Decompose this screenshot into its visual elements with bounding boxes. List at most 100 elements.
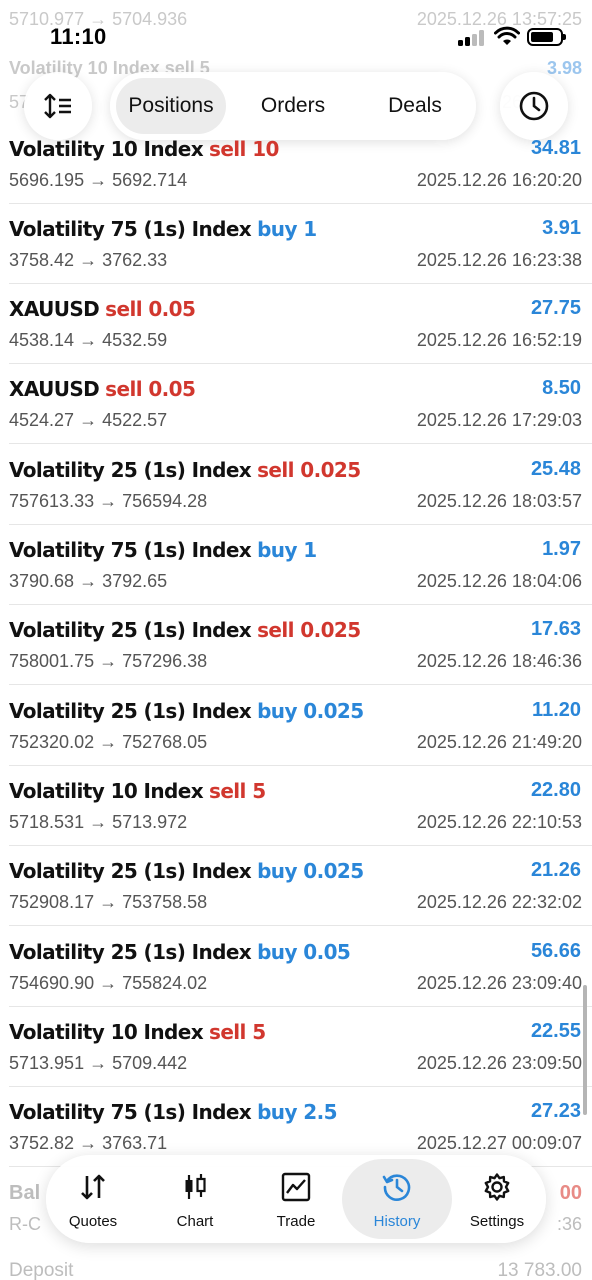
deal-row[interactable]: XAUUSD sell 0.05 27.75 4538.14 → 4532.59 … [0, 297, 592, 377]
deal-prices: 3758.42 → 3762.33 [9, 250, 168, 270]
deal-symbol: Volatility 25 (1s) Index [9, 618, 252, 642]
deal-time: 2025.12.26 23:09:40 [416, 973, 582, 993]
balance-value: 00 [559, 1182, 582, 1204]
deal-prices: 4524.27 → 4522.57 [9, 410, 168, 430]
deal-time: 2025.12.26 22:10:53 [416, 812, 582, 832]
deal-prices: 754690.90 → 755824.02 [9, 973, 208, 993]
deal-symbol: Volatility 25 (1s) Index [9, 940, 252, 964]
sort-button[interactable] [24, 72, 92, 140]
deal-row[interactable]: XAUUSD sell 0.05 8.50 4524.27 → 4522.57 2… [0, 377, 592, 457]
deal-row[interactable]: Volatility 10 Index sell 5 22.55 5713.951… [0, 1020, 592, 1100]
deal-title: Volatility 75 (1s) Index buy 1 [9, 538, 317, 562]
tab-orders[interactable]: Orders [238, 78, 348, 134]
deal-row[interactable]: Volatility 25 (1s) Index sell 0.025 17.63… [0, 618, 592, 698]
clock-icon [519, 91, 549, 121]
bottom-tab-bar: Quotes Chart Trade History Settings [46, 1155, 546, 1243]
deal-profit: 27.75 [530, 297, 581, 319]
deal-profit: 56.66 [530, 940, 581, 962]
deal-time: 2025.12.26 17:29:03 [416, 410, 582, 430]
cellular-signal-icon [458, 30, 486, 46]
deal-side: sell [209, 779, 246, 803]
period-button[interactable] [500, 72, 568, 140]
deal-time: 2025.12.26 16:52:19 [416, 330, 582, 350]
deal-side: buy [257, 940, 297, 964]
deal-prices: 758001.75 → 757296.38 [9, 651, 208, 671]
tab-trade[interactable]: Trade [241, 1159, 351, 1239]
deal-time: 2025.12.26 21:49:20 [416, 732, 582, 752]
row-divider [9, 1006, 592, 1007]
deal-side: buy [257, 1100, 297, 1124]
deal-profit: 17.63 [530, 618, 581, 640]
deal-title: Volatility 10 Index sell 10 [9, 137, 279, 161]
deal-row[interactable]: Volatility 25 (1s) Index buy 0.025 11.20 … [0, 699, 592, 779]
row-divider [9, 443, 592, 444]
row-divider [9, 684, 592, 685]
deal-side: sell [105, 377, 142, 401]
tab-trade-label: Trade [276, 1213, 316, 1230]
deal-volume: 10 [252, 137, 279, 161]
candlestick-chart-icon [185, 1174, 206, 1199]
deal-symbol: XAUUSD [9, 297, 100, 321]
deal-prices: 4538.14 → 4532.59 [9, 330, 168, 350]
deal-volume: 0.05 [148, 377, 196, 401]
deal-title: Volatility 75 (1s) Index buy 2.5 [9, 1100, 337, 1124]
deal-volume: 0.025 [300, 458, 361, 482]
deal-volume: 5 [252, 779, 266, 803]
deal-row[interactable]: Volatility 75 (1s) Index buy 1 3.91 3758.… [0, 217, 592, 297]
tab-positions[interactable]: Positions [116, 78, 226, 134]
deal-prices: 5696.195 → 5692.714 [9, 170, 188, 190]
deal-prices: 3752.82 → 3763.71 [9, 1133, 168, 1153]
status-time: 11:10 [50, 24, 107, 49]
deposit-label: Deposit [9, 1260, 74, 1280]
tab-history[interactable]: History [342, 1159, 452, 1239]
deal-time: 2025.12.26 23:09:50 [416, 1053, 582, 1073]
row-divider [9, 363, 592, 364]
deal-row[interactable]: Volatility 25 (1s) Index sell 0.025 25.48… [0, 458, 592, 538]
deal-row[interactable]: Volatility 75 (1s) Index buy 1 1.97 3790.… [0, 538, 592, 618]
tab-history-label: History [373, 1213, 421, 1230]
tab-quotes[interactable]: Quotes [38, 1159, 148, 1239]
tab-deals[interactable]: Deals [360, 78, 470, 134]
deal-side: buy [257, 699, 297, 723]
deal-side: buy [257, 538, 297, 562]
deal-volume: 1 [303, 217, 317, 241]
deal-prices: 752908.17 → 753758.58 [9, 892, 208, 912]
row-divider [9, 765, 592, 766]
tab-settings-label: Settings [469, 1213, 525, 1230]
deal-row[interactable]: Volatility 25 (1s) Index buy 0.05 56.66 7… [0, 940, 592, 1020]
deal-volume: 1 [303, 538, 317, 562]
deal-profit: 27.23 [530, 1100, 581, 1122]
row-divider [9, 925, 592, 926]
deal-row[interactable]: Volatility 10 Index sell 10 34.81 5696.19… [0, 137, 592, 217]
deal-row[interactable]: Volatility 10 Index sell 5 22.80 5718.531… [0, 779, 592, 859]
deal-time: 2025.12.26 18:46:36 [416, 651, 582, 671]
deal-symbol: Volatility 10 Index [9, 1020, 204, 1044]
battery-icon [527, 28, 566, 46]
deal-profit: 1.97 [542, 538, 581, 560]
deal-title: Volatility 25 (1s) Index buy 0.025 [9, 859, 364, 883]
deal-volume: 5 [252, 1020, 266, 1044]
tab-chart[interactable]: Chart [140, 1159, 250, 1239]
deal-time: 2025.12.26 18:04:06 [416, 571, 582, 591]
deal-profit: 25.48 [530, 458, 581, 480]
balance-label: Bal [9, 1182, 41, 1204]
deal-row[interactable]: Volatility 25 (1s) Index buy 0.025 21.26 … [0, 859, 592, 939]
deal-prices: 5718.531 → 5713.972 [9, 812, 188, 832]
history-type-segmented-control: Positions Orders Deals [110, 72, 476, 140]
deal-title: Volatility 10 Index sell 5 [9, 779, 266, 803]
deal-title: Volatility 25 (1s) Index buy 0.025 [9, 699, 364, 723]
row-divider [9, 845, 592, 846]
deal-profit: 21.26 [530, 859, 581, 881]
row-divider [9, 524, 592, 525]
deal-symbol: Volatility 10 Index [9, 137, 204, 161]
deal-symbol: Volatility 25 (1s) Index [9, 859, 252, 883]
history-clock-icon [382, 1174, 411, 1201]
row-divider [9, 604, 592, 605]
scrollbar-thumb[interactable] [583, 985, 587, 1115]
tab-chart-label: Chart [176, 1213, 214, 1230]
deal-time: 2025.12.26 22:32:02 [416, 892, 582, 912]
deal-side: sell [209, 1020, 246, 1044]
deal-time: 2025.12.27 00:09:07 [416, 1133, 582, 1153]
deal-volume: 2.5 [303, 1100, 337, 1124]
tab-settings[interactable]: Settings [442, 1159, 552, 1239]
